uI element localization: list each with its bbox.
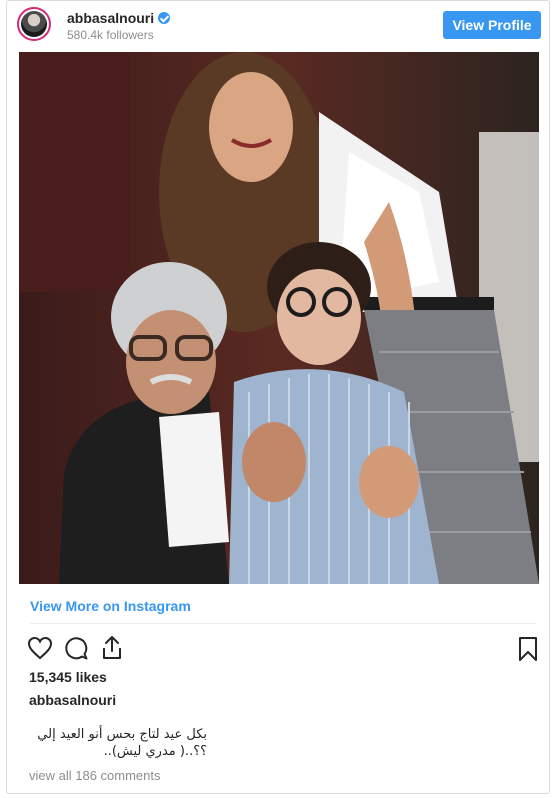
caption-line: ؟؟..( مدري ليش).. xyxy=(103,744,207,759)
post-caption: بكل عيد لتاج بحس أنو العيد إلي ؟؟..( مدر… xyxy=(0,726,207,760)
view-more-on-instagram-link[interactable]: View More on Instagram xyxy=(30,598,191,614)
avatar[interactable] xyxy=(17,7,51,41)
view-all-comments-link[interactable]: view all 186 comments xyxy=(29,768,161,783)
divider xyxy=(30,623,537,624)
username-label: abbasalnouri xyxy=(67,10,155,26)
heart-icon[interactable] xyxy=(27,636,53,660)
follower-count: 580.4k followers xyxy=(67,28,154,42)
comment-icon[interactable] xyxy=(63,635,89,661)
photo-illustration xyxy=(19,52,539,584)
username-link[interactable]: abbasalnouri xyxy=(67,10,171,26)
share-icon[interactable] xyxy=(99,634,125,661)
post-header: abbasalnouri 580.4k followers View Profi… xyxy=(7,1,549,51)
instagram-embed: abbasalnouri 580.4k followers View Profi… xyxy=(6,0,550,794)
avatar-image xyxy=(21,11,47,37)
bookmark-icon[interactable] xyxy=(517,636,539,662)
like-count: 15,345 likes xyxy=(29,669,107,685)
post-photo[interactable] xyxy=(19,52,539,584)
verified-badge-icon xyxy=(158,12,171,24)
caption-line: بكل عيد لتاج بحس أنو العيد إلي xyxy=(37,727,207,742)
view-profile-button[interactable]: View Profile xyxy=(443,11,541,39)
post-author[interactable]: abbasalnouri xyxy=(29,692,116,708)
